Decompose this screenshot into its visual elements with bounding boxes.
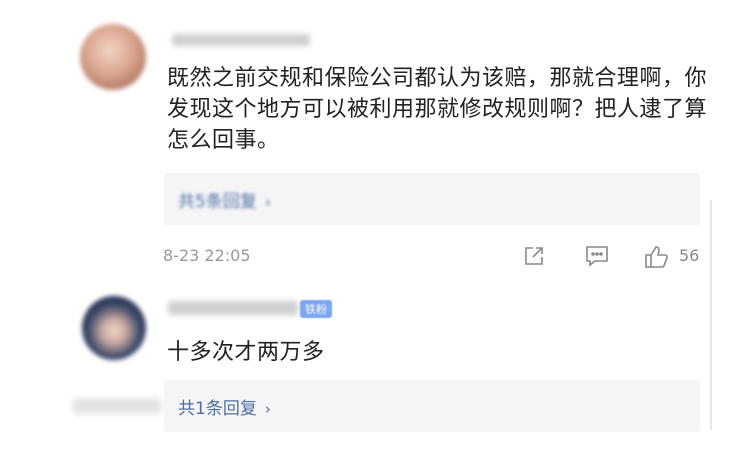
comment-icon[interactable] xyxy=(584,244,610,272)
divider xyxy=(710,200,712,430)
username-blurred[interactable] xyxy=(172,34,310,46)
username-blurred[interactable] xyxy=(168,301,298,315)
replies-count-label: 共1条回复 xyxy=(178,399,257,419)
reply-box[interactable]: 共5条回复 › xyxy=(164,173,700,225)
like-count: 56 xyxy=(679,246,700,265)
chevron-right-icon: › xyxy=(264,400,271,418)
replies-count-label: 共5条回复 xyxy=(178,192,257,212)
avatar[interactable] xyxy=(82,296,146,360)
comment-text: 十多次才两万多 xyxy=(167,340,325,365)
replies-link[interactable]: 共5条回复 › xyxy=(178,187,271,212)
replies-link[interactable]: 共1条回复 › xyxy=(178,394,271,419)
fan-badge: 铁粉 xyxy=(300,300,332,318)
reply-box[interactable]: 共1条回复 › xyxy=(164,380,700,432)
chevron-right-icon: › xyxy=(264,193,271,211)
like-icon[interactable] xyxy=(643,244,669,274)
comment-timestamp: 8-23 22:05 xyxy=(163,246,251,265)
comment-text: 既然之前交规和保险公司都认为该赔，那就合理啊，你发现这个地方可以被利用那就修改规… xyxy=(167,66,708,153)
share-icon[interactable] xyxy=(522,244,546,272)
avatar[interactable] xyxy=(80,24,146,90)
blurred-area xyxy=(72,398,162,414)
